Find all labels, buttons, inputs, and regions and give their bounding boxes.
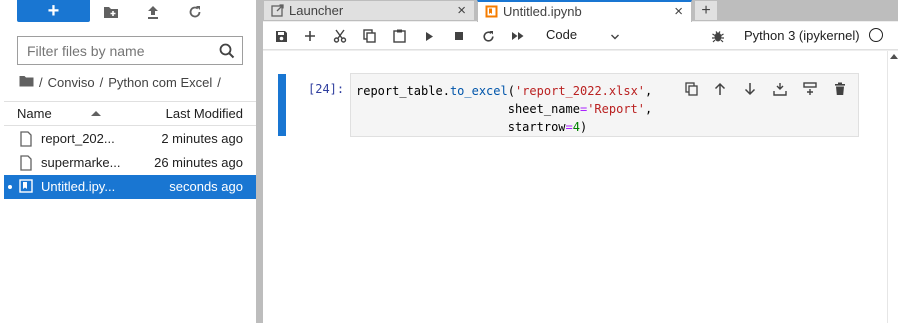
sort-ascending-icon — [91, 111, 101, 116]
duplicate-cell-icon[interactable] — [682, 80, 700, 98]
code-token: to_excel — [449, 84, 508, 98]
delete-cell-icon[interactable] — [831, 80, 849, 98]
notebook-icon — [19, 179, 35, 195]
close-icon[interactable]: × — [674, 4, 683, 19]
insert-above-icon[interactable] — [771, 80, 789, 98]
code-token: report_table — [356, 84, 443, 98]
code-token: = — [565, 120, 573, 134]
paste-icon[interactable] — [390, 27, 408, 45]
kernel-idle-status-icon — [869, 28, 883, 42]
tab-untitled-notebook[interactable]: Untitled.ipynb × — [477, 0, 692, 22]
stop-icon[interactable] — [450, 27, 468, 45]
name-column-header[interactable]: Name — [17, 106, 52, 121]
code-text: report_table.to_excel('report_2022.xlsx'… — [356, 82, 652, 136]
code-token: ) — [579, 120, 588, 134]
breadcrumb-separator: / — [99, 74, 104, 90]
tab-bar: Launcher × Untitled.ipynb × + — [263, 0, 898, 22]
main-area: Launcher × Untitled.ipynb × + Code Pytho… — [263, 0, 898, 323]
launcher-icon — [271, 4, 284, 17]
move-down-icon[interactable] — [741, 80, 759, 98]
notebook-scrollbar[interactable] — [887, 51, 898, 323]
code-token: , — [645, 84, 653, 98]
move-up-icon[interactable] — [711, 80, 729, 98]
cell-collapser[interactable] — [278, 74, 286, 136]
breadcrumb-separator: / — [217, 74, 221, 90]
file-row[interactable]: report_202... 2 minutes ago — [4, 127, 256, 151]
plus-icon: + — [701, 1, 711, 19]
notebook-panel: [24]: report_table.to_excel('report_2022… — [263, 51, 887, 323]
close-icon[interactable]: × — [457, 3, 466, 18]
search-icon — [218, 42, 236, 60]
breadcrumb-segment-python-com-excel[interactable]: Python com Excel — [108, 75, 212, 90]
restart-icon[interactable] — [479, 27, 497, 45]
running-indicator — [8, 185, 12, 189]
code-token: 4 — [572, 120, 580, 134]
insert-cell-icon[interactable] — [301, 27, 319, 45]
new-tab-button[interactable]: + — [694, 0, 718, 21]
file-icon — [19, 131, 35, 147]
cell-execution-prompt: [24]: — [308, 82, 345, 96]
code-token: , — [645, 102, 653, 116]
filter-files-input[interactable] — [27, 42, 217, 60]
file-list-header: Name Last Modified — [4, 101, 256, 126]
file-browser-panel: + / Conviso / Python com — [0, 0, 256, 323]
file-row[interactable]: supermarke... 26 minutes ago — [4, 151, 256, 175]
code-cell-editor[interactable]: report_table.to_excel('report_2022.xlsx'… — [350, 73, 859, 137]
file-row-selected[interactable]: Untitled.ipy... seconds ago — [4, 175, 256, 199]
file-modified: 26 minutes ago — [154, 155, 243, 170]
file-name: Untitled.ipy... — [41, 179, 116, 194]
cell-type-dropdown[interactable]: Code — [546, 27, 624, 45]
code-token: 'Report' — [587, 102, 645, 116]
file-browser-toolbar: + — [0, 0, 256, 26]
code-token: ( — [507, 84, 515, 98]
kernel-name[interactable]: Python 3 (ipykernel) — [744, 28, 860, 43]
last-modified-column-header[interactable]: Last Modified — [166, 106, 243, 121]
file-icon — [19, 155, 35, 171]
scroll-up-arrow-icon[interactable] — [890, 54, 898, 59]
folder-icon[interactable] — [19, 75, 34, 90]
tab-launcher[interactable]: Launcher × — [263, 0, 475, 21]
cell-type-value: Code — [546, 27, 578, 42]
refresh-icon[interactable] — [186, 3, 204, 21]
tab-label: Launcher — [289, 3, 344, 18]
save-icon[interactable] — [272, 27, 290, 45]
notebook-icon — [485, 5, 498, 18]
filter-files-field[interactable] — [17, 36, 243, 65]
fast-forward-icon[interactable] — [509, 27, 527, 45]
code-token: sheet_name — [507, 102, 580, 116]
run-icon[interactable] — [420, 27, 438, 45]
file-modified: seconds ago — [169, 179, 243, 194]
code-token: 'report_2022.xlsx' — [514, 84, 646, 98]
upload-icon[interactable] — [144, 3, 162, 21]
notebook-toolbar: Code Python 3 (ipykernel) — [263, 22, 898, 50]
tab-label: Untitled.ipynb — [503, 4, 582, 19]
code-token: startrow — [507, 120, 566, 134]
panel-splitter[interactable] — [256, 0, 263, 323]
cut-icon[interactable] — [331, 27, 349, 45]
file-modified: 2 minutes ago — [161, 131, 243, 146]
code-token: . — [442, 84, 450, 98]
plus-icon: + — [47, 0, 60, 22]
file-name: report_202... — [41, 131, 115, 146]
file-name: supermarke... — [41, 155, 121, 170]
new-launcher-button[interactable]: + — [17, 0, 90, 22]
breadcrumb: / Conviso / Python com Excel / — [19, 73, 221, 91]
breadcrumb-segment-conviso[interactable]: Conviso — [48, 75, 95, 90]
chevron-down-icon — [610, 30, 620, 40]
jupyterlab-window: + / Conviso / Python com — [0, 0, 898, 323]
breadcrumb-root[interactable]: / — [39, 75, 43, 90]
insert-below-icon[interactable] — [801, 80, 819, 98]
copy-icon[interactable] — [360, 27, 378, 45]
debugger-bug-icon[interactable] — [709, 27, 727, 45]
new-folder-icon[interactable] — [102, 3, 120, 21]
